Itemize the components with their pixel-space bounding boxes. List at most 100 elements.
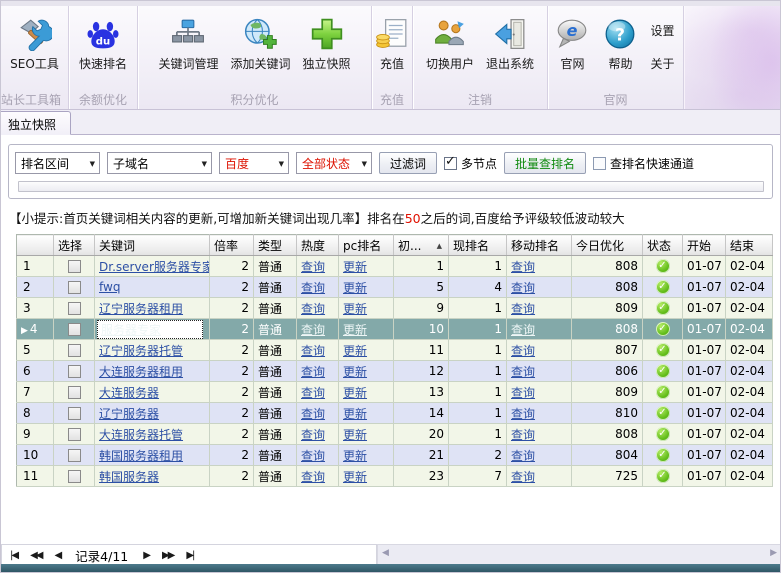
pc-rank-cell[interactable]: 更新: [339, 340, 394, 361]
pc-rank-cell[interactable]: 更新: [339, 382, 394, 403]
keyword-link[interactable]: 韩国服务器: [99, 470, 159, 484]
nav-next-button[interactable]: ▶: [143, 550, 149, 561]
tab-standalone-snapshot[interactable]: 独立快照: [0, 111, 71, 135]
col-keyword[interactable]: 关键词: [95, 235, 210, 256]
heat-query-link[interactable]: 查询: [301, 260, 325, 274]
subdomain-dropdown[interactable]: 子域名 ▼: [107, 152, 212, 174]
col-current-rank[interactable]: 现排名: [449, 235, 507, 256]
hscroll-right-button[interactable]: ▶: [770, 548, 777, 558]
col-status[interactable]: 状态: [643, 235, 683, 256]
keyword-link[interactable]: 韩国服务器租用: [99, 449, 183, 463]
pc-rank-update-link[interactable]: 更新: [343, 344, 367, 358]
col-select[interactable]: 选择: [54, 235, 95, 256]
horizontal-scrollbar[interactable]: ◀ ▶: [377, 544, 781, 566]
row-checkbox[interactable]: [68, 260, 81, 273]
pc-rank-update-link[interactable]: 更新: [343, 365, 367, 379]
row-select-cell[interactable]: [54, 340, 95, 361]
keyword-link[interactable]: fwq: [99, 280, 120, 294]
row-checkbox[interactable]: [68, 407, 81, 420]
heat-query-link[interactable]: 查询: [301, 302, 325, 316]
keyword-cell[interactable]: 辽宁服务器: [95, 403, 210, 424]
heat-query-link[interactable]: 查询: [301, 449, 325, 463]
heat-cell[interactable]: 查询: [297, 424, 339, 445]
pc-rank-cell[interactable]: 更新: [339, 277, 394, 298]
nav-prev-page-button[interactable]: ◀◀: [30, 550, 41, 561]
about-button[interactable]: 关于: [646, 54, 678, 73]
keyword-cell[interactable]: 辽宁服务器托管: [95, 340, 210, 361]
table-row[interactable]: ▶4 服务器专家 2 普通 查询 更新 10 1 查询 808 01-07 02…: [17, 319, 773, 340]
mobile-query-link[interactable]: 查询: [511, 428, 535, 442]
status-dropdown[interactable]: 全部状态 ▼: [296, 152, 372, 174]
heat-query-link[interactable]: 查询: [301, 365, 325, 379]
fast-rank-button[interactable]: du 快速排名: [73, 11, 133, 74]
col-rate[interactable]: 倍率: [210, 235, 254, 256]
mobile-query-link[interactable]: 查询: [511, 344, 535, 358]
pc-rank-cell[interactable]: 更新: [339, 424, 394, 445]
checkbox-checked-icon[interactable]: [444, 157, 457, 170]
heat-cell[interactable]: 查询: [297, 361, 339, 382]
heat-query-link[interactable]: 查询: [301, 323, 325, 337]
exit-system-button[interactable]: 退出系统: [480, 11, 540, 74]
pc-rank-update-link[interactable]: 更新: [343, 386, 367, 400]
heat-query-link[interactable]: 查询: [301, 344, 325, 358]
col-initial-rank[interactable]: 初...▲: [394, 235, 449, 256]
filter-word-button[interactable]: 过滤词: [379, 152, 437, 174]
table-row[interactable]: 8 辽宁服务器 2 普通 查询 更新 14 1 查询 810 01-07 02-…: [17, 403, 773, 424]
mobile-rank-cell[interactable]: 查询: [507, 403, 572, 424]
pc-rank-update-link[interactable]: 更新: [343, 323, 367, 337]
pc-rank-update-link[interactable]: 更新: [343, 260, 367, 274]
heat-query-link[interactable]: 查询: [301, 281, 325, 295]
mobile-query-link[interactable]: 查询: [511, 449, 535, 463]
heat-cell[interactable]: 查询: [297, 277, 339, 298]
keyword-link[interactable]: 辽宁服务器租用: [99, 302, 183, 316]
keyword-cell[interactable]: 大连服务器租用: [95, 361, 210, 382]
row-select-cell[interactable]: [54, 466, 95, 487]
settings-button[interactable]: 设置: [646, 21, 678, 40]
keyword-cell[interactable]: Dr.server服务器专家: [95, 256, 210, 277]
mobile-query-link[interactable]: 查询: [511, 386, 535, 400]
col-pc-rank[interactable]: pc排名: [339, 235, 394, 256]
mobile-rank-cell[interactable]: 查询: [507, 445, 572, 466]
heat-query-link[interactable]: 查询: [301, 407, 325, 421]
keyword-manage-button[interactable]: 关键词管理: [152, 11, 224, 74]
row-select-cell[interactable]: [54, 445, 95, 466]
row-select-cell[interactable]: [54, 361, 95, 382]
col-mobile-rank[interactable]: 移动排名: [507, 235, 572, 256]
table-row[interactable]: 10 韩国服务器租用 2 普通 查询 更新 21 2 查询 804 01-07 …: [17, 445, 773, 466]
pc-rank-update-link[interactable]: 更新: [343, 281, 367, 295]
standalone-snapshot-button[interactable]: 独立快照: [297, 11, 357, 74]
table-row[interactable]: 3 辽宁服务器租用 2 普通 查询 更新 9 1 查询 809 01-07 02…: [17, 298, 773, 319]
mobile-rank-cell[interactable]: 查询: [507, 319, 572, 340]
heat-query-link[interactable]: 查询: [301, 386, 325, 400]
fast-channel-checkbox[interactable]: 查排名快速通道: [593, 155, 694, 172]
row-checkbox[interactable]: [68, 323, 81, 336]
search-engine-dropdown[interactable]: 百度 ▼: [219, 152, 289, 174]
row-select-cell[interactable]: [54, 403, 95, 424]
row-select-cell[interactable]: [54, 277, 95, 298]
table-row[interactable]: 9 大连服务器托管 2 普通 查询 更新 20 1 查询 808 01-07 0…: [17, 424, 773, 445]
help-button[interactable]: ? 帮助: [596, 11, 644, 74]
row-checkbox[interactable]: [68, 449, 81, 462]
keyword-cell[interactable]: 韩国服务器: [95, 466, 210, 487]
pc-rank-cell[interactable]: 更新: [339, 298, 394, 319]
batch-rank-query-button[interactable]: 批量查排名: [504, 152, 586, 174]
mobile-query-link[interactable]: 查询: [511, 470, 535, 484]
table-row[interactable]: 6 大连服务器租用 2 普通 查询 更新 12 1 查询 806 01-07 0…: [17, 361, 773, 382]
row-select-cell[interactable]: [54, 298, 95, 319]
table-row[interactable]: 5 辽宁服务器托管 2 普通 查询 更新 11 1 查询 807 01-07 0…: [17, 340, 773, 361]
mobile-query-link[interactable]: 查询: [511, 302, 535, 316]
col-heat[interactable]: 热度: [297, 235, 339, 256]
official-site-button[interactable]: e 官网: [548, 11, 596, 74]
mobile-rank-cell[interactable]: 查询: [507, 298, 572, 319]
heat-cell[interactable]: 查询: [297, 256, 339, 277]
row-select-cell[interactable]: [54, 382, 95, 403]
checkbox-unchecked-icon[interactable]: [593, 157, 606, 170]
pc-rank-cell[interactable]: 更新: [339, 445, 394, 466]
pc-rank-update-link[interactable]: 更新: [343, 428, 367, 442]
keyword-cell[interactable]: 服务器专家: [95, 319, 210, 340]
mobile-rank-cell[interactable]: 查询: [507, 277, 572, 298]
mobile-query-link[interactable]: 查询: [511, 365, 535, 379]
nav-first-button[interactable]: |◀: [10, 550, 17, 561]
row-select-cell[interactable]: [54, 319, 95, 340]
nav-prev-button[interactable]: ◀: [54, 550, 60, 561]
